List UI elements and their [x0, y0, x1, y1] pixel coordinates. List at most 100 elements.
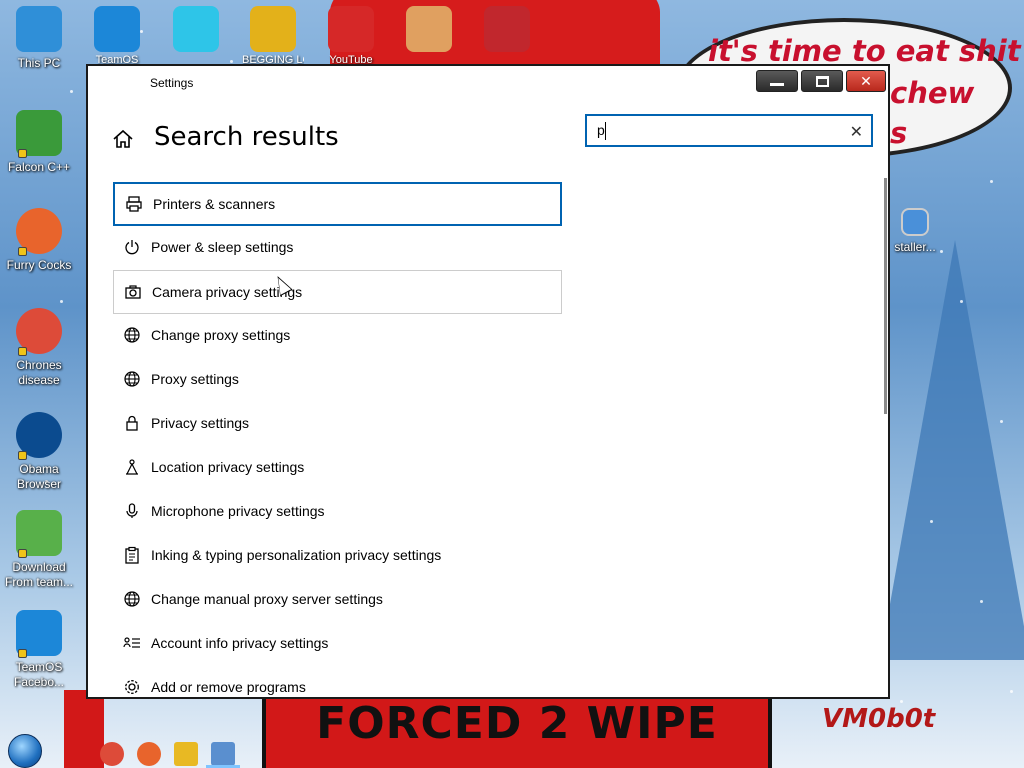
download-from-team-icon [16, 510, 62, 558]
search-input[interactable]: p ✕ [585, 114, 873, 147]
begging-icon [250, 6, 296, 52]
shortcut-arrow-icon [18, 649, 27, 658]
this-pc-icon [16, 6, 62, 52]
search-result-label: Inking & typing personalization privacy … [151, 547, 442, 563]
search-result-item[interactable]: Inking & typing personalization privacy … [113, 534, 562, 578]
scrollbar[interactable] [884, 178, 887, 414]
snowflake [1010, 690, 1013, 693]
shortcut-arrow-icon [18, 347, 27, 356]
close-button[interactable]: ✕ [846, 70, 886, 92]
search-result-item[interactable]: Proxy settings [113, 358, 562, 402]
search-result-label: Power & sleep settings [151, 239, 294, 255]
search-result-label: Microphone privacy settings [151, 503, 325, 519]
desktop-icon-chrones-disease[interactable]: Chrones disease [2, 308, 76, 388]
taskbar-firefox-icon[interactable] [137, 742, 161, 766]
search-result-item[interactable]: Microphone privacy settings [113, 490, 562, 534]
search-result-item[interactable]: Printers & scanners [113, 182, 562, 226]
title-bar[interactable]: Settings ✕ [88, 66, 888, 100]
camera-icon [125, 285, 141, 299]
clear-search-icon[interactable]: ✕ [850, 122, 863, 142]
snowflake [990, 180, 993, 183]
wallpaper-christmas-tree [880, 240, 1024, 660]
maximize-button[interactable] [801, 70, 843, 92]
falcon-cpp-icon [16, 110, 62, 158]
desktop-icon-download-from-team[interactable]: Download From team... [2, 510, 76, 590]
snowflake [1000, 420, 1003, 423]
desktop-icon-falcon-cpp[interactable]: Falcon C++ [2, 110, 76, 175]
gear-icon [125, 680, 139, 694]
search-result-item[interactable]: Camera privacy settings [113, 270, 562, 314]
desktop-icon-teamos-facebook[interactable]: TeamOS Facebo... [2, 610, 76, 690]
desktop-icon-begging[interactable]: BEGGING LOL [242, 6, 304, 66]
globe-icon [124, 371, 140, 387]
teamos-icon [94, 6, 140, 52]
desktop-icon-label: Chrones disease [16, 358, 62, 387]
search-result-item[interactable]: Change manual proxy server settings [113, 578, 562, 622]
desktop-icon-label: TeamOS Facebo... [13, 660, 65, 689]
desktop-icon-label: Download From team... [4, 560, 73, 589]
snowflake [900, 700, 903, 703]
search-result-label: Location privacy settings [151, 459, 305, 475]
teamos-facebook-icon [16, 610, 62, 658]
search-result-label: Printers & scanners [153, 196, 276, 212]
search-result-label: Change proxy settings [151, 327, 291, 343]
red-icon-icon [484, 6, 530, 52]
printer-icon [126, 196, 142, 212]
window-title: Settings [150, 76, 194, 90]
globe-icon [124, 327, 140, 343]
snowflake [980, 600, 983, 603]
home-icon[interactable] [112, 128, 134, 150]
speech-bubble-line-1: it's time to eat shit [708, 34, 1021, 68]
shortcut-arrow-icon [18, 451, 27, 460]
desktop-icon-this-pc[interactable]: This PC [2, 6, 76, 71]
desktop-icon-installer[interactable]: staller... [880, 208, 950, 255]
taskbar-chrome-icon[interactable] [100, 742, 124, 766]
microphone-icon [126, 503, 138, 518]
settings-window: Settings ✕ Search results p ✕ Printers &… [86, 64, 890, 699]
location-icon [126, 459, 138, 475]
speech-bubble-line-3: s [890, 116, 908, 150]
search-result-item[interactable]: Account info privacy settings [113, 622, 562, 666]
desktop-icon-red-icon[interactable] [476, 6, 538, 66]
search-value: p [597, 122, 605, 138]
search-result-item[interactable]: Power & sleep settings [113, 226, 562, 270]
search-result-label: Privacy settings [151, 415, 250, 431]
desktop-icon-label: Furry Cocks [6, 258, 72, 272]
close-icon: ✕ [860, 73, 872, 89]
text-caret [605, 122, 606, 140]
taskbar-file-explorer-icon[interactable] [174, 742, 198, 766]
start-button[interactable] [8, 734, 42, 768]
furry-cocks-icon [16, 208, 62, 256]
power-icon [125, 240, 139, 255]
desktop-icon-angry-birds[interactable]: YouTube [320, 6, 382, 66]
search-result-label: Account info privacy settings [151, 635, 329, 651]
desktop-icon-teamos[interactable]: TeamOS [86, 6, 148, 66]
desktop-icon-diamond[interactable] [165, 6, 227, 66]
lock-icon [126, 415, 138, 431]
globe-icon [124, 591, 140, 607]
snowflake [930, 520, 933, 523]
wallpaper-watermark: VM0b0t [822, 704, 936, 734]
desktop-icon-candy[interactable] [398, 6, 460, 66]
snowflake [60, 300, 63, 303]
desktop-icon-label: Falcon C++ [7, 160, 71, 174]
search-result-item[interactable]: Location privacy settings [113, 446, 562, 490]
desktop-icon-label: staller... [894, 240, 936, 254]
angry-birds-icon [328, 6, 374, 52]
installer-icon [901, 208, 929, 236]
minimize-button[interactable] [756, 70, 798, 92]
search-result-item[interactable]: Change proxy settings [113, 314, 562, 358]
search-result-item[interactable]: Privacy settings [113, 402, 562, 446]
desktop-icon-furry-cocks[interactable]: Furry Cocks [2, 208, 76, 273]
desktop-icon-label: Obama Browser [16, 462, 61, 491]
page-title: Search results [154, 122, 339, 152]
clipboard-icon [125, 546, 139, 564]
shortcut-arrow-icon [18, 247, 27, 256]
snowflake [70, 90, 73, 93]
snowflake [230, 60, 233, 63]
maximize-icon [816, 76, 829, 87]
diamond-icon [173, 6, 219, 52]
desktop-icon-obama-browser[interactable]: Obama Browser [2, 412, 76, 492]
search-result-item[interactable]: Add or remove programs [113, 666, 562, 697]
taskbar-settings-icon[interactable] [211, 742, 235, 766]
